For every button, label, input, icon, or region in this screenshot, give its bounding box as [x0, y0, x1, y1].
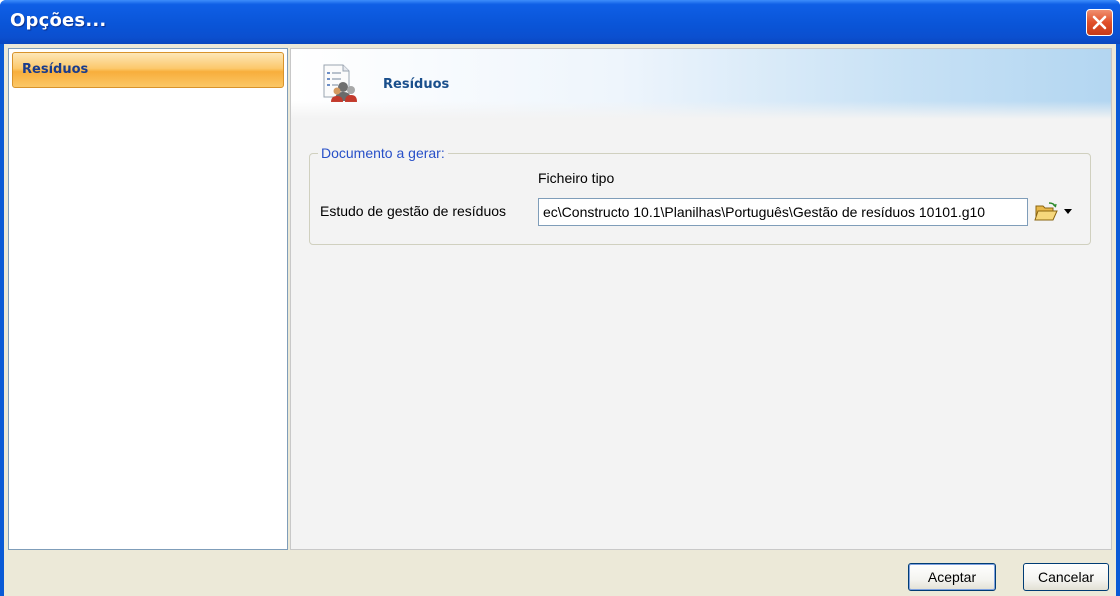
close-button[interactable]	[1086, 9, 1113, 36]
window-title: Opções...	[10, 10, 107, 31]
options-panel: Resíduos Documento a gerar: Ficheiro tip…	[290, 48, 1112, 550]
browse-folder-button[interactable]	[1034, 200, 1058, 224]
template-dropdown-button[interactable]	[1062, 201, 1074, 221]
category-list: Resíduos	[8, 48, 288, 550]
document-group: Documento a gerar: Ficheiro tipo Estudo …	[309, 145, 1091, 245]
open-folder-icon	[1034, 202, 1058, 221]
dialog-button-bar: Aceptar Cancelar	[4, 552, 1116, 596]
document-users-icon	[323, 64, 357, 102]
title-bar[interactable]: Opções...	[0, 0, 1120, 44]
panel-title: Resíduos	[383, 77, 450, 92]
options-dialog: Opções... Resíduos Resíduos Documento a …	[0, 0, 1120, 596]
row-label-waste-study: Estudo de gestão de resíduos	[320, 203, 507, 219]
sidebar-item-residuos[interactable]: Resíduos	[12, 52, 284, 88]
dialog-client-area: Resíduos Resíduos Documento a gerar: Fic…	[4, 44, 1116, 596]
panel-header: Resíduos	[291, 49, 1111, 119]
group-title: Documento a gerar:	[318, 145, 448, 161]
cancel-button[interactable]: Cancelar	[1023, 563, 1109, 591]
close-icon	[1092, 15, 1107, 30]
column-header-file-type: Ficheiro tipo	[538, 170, 615, 186]
accept-button[interactable]: Aceptar	[908, 563, 996, 591]
sidebar-item-label: Resíduos	[22, 62, 89, 77]
template-path-input[interactable]	[538, 198, 1028, 226]
dropdown-arrow-icon	[1064, 208, 1072, 214]
